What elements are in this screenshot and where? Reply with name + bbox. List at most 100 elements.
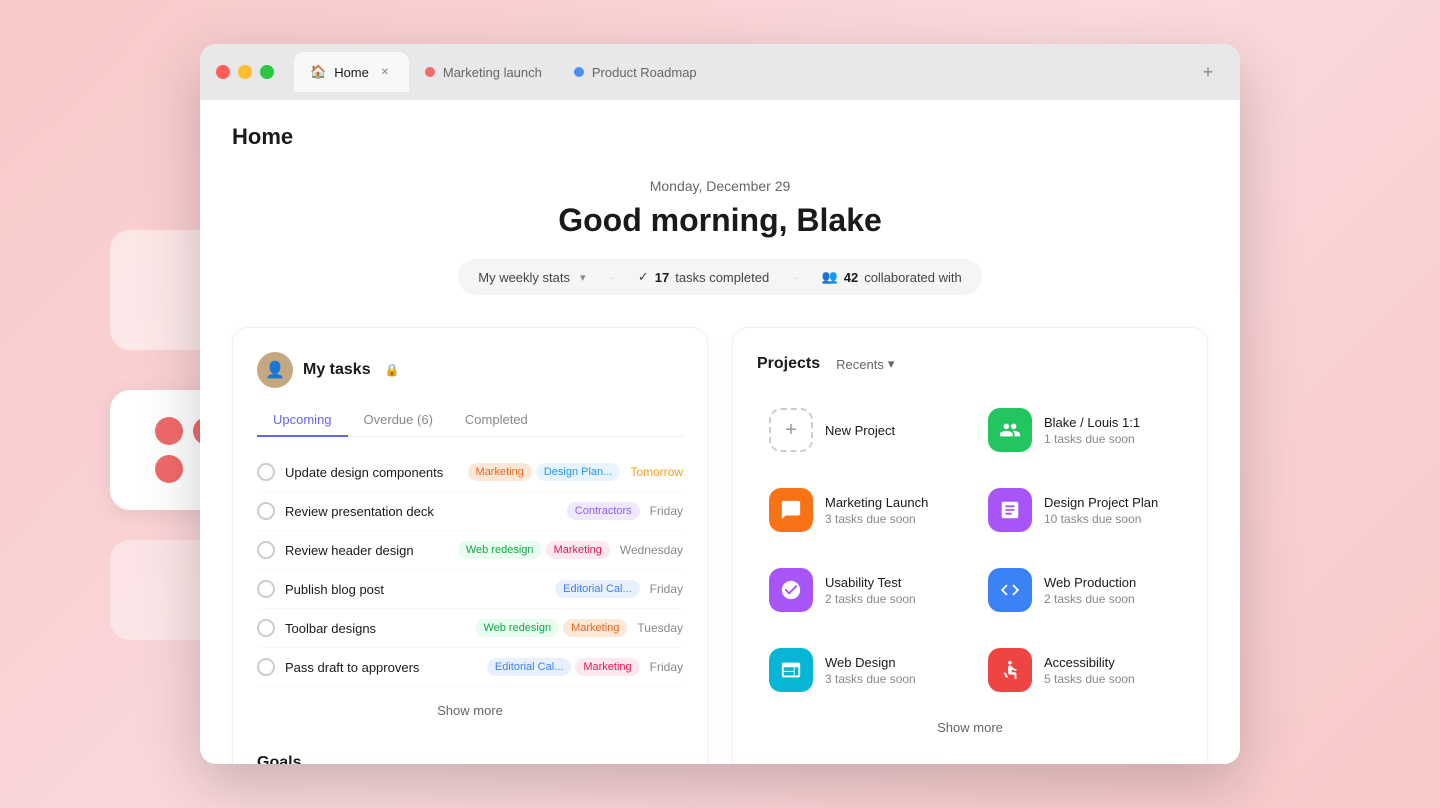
recents-chevron-icon: ▾ <box>888 356 895 372</box>
check-icon: ✓ <box>638 269 649 285</box>
project-icon-webprod <box>988 568 1032 612</box>
project-item-webprod[interactable]: Web Production 2 tasks due soon <box>976 556 1183 624</box>
project-info-accessibility: Accessibility 5 tasks due soon <box>1044 655 1171 686</box>
project-tasks-webprod: 2 tasks due soon <box>1044 592 1171 606</box>
stats-divider-1: · <box>610 270 614 285</box>
project-info-webprod: Web Production 2 tasks due soon <box>1044 575 1171 606</box>
project-name-webdesign: Web Design <box>825 655 952 670</box>
tag-marketing-5[interactable]: Marketing <box>563 619 627 637</box>
home-icon: 🏠 <box>310 64 326 80</box>
task-check-6[interactable] <box>257 658 275 676</box>
task-name-6: Pass draft to approvers <box>285 660 477 675</box>
task-due-4: Friday <box>650 582 683 596</box>
project-item-usability[interactable]: Usability Test 2 tasks due soon <box>757 556 964 624</box>
two-col-layout: 👤 My tasks 🔒 Upcoming Overdue (6) Comple… <box>232 327 1208 764</box>
tab-home[interactable]: 🏠 Home ✕ <box>294 52 409 92</box>
project-icon-webdesign <box>769 648 813 692</box>
tab-home-close[interactable]: ✕ <box>377 64 393 80</box>
task-tags-1: Marketing Design Plan... <box>468 463 621 481</box>
recents-dropdown[interactable]: Recents ▾ <box>828 352 902 376</box>
tag-editorial-6[interactable]: Editorial Cal... <box>487 658 571 676</box>
task-due-2: Friday <box>650 504 683 518</box>
task-check-4[interactable] <box>257 580 275 598</box>
task-name-4: Publish blog post <box>285 582 545 597</box>
task-tags-2: Contractors <box>567 502 640 520</box>
project-info-blake: Blake / Louis 1:1 1 tasks due soon <box>1044 415 1171 446</box>
task-row: Review header design Web redesign Market… <box>257 531 683 570</box>
project-name-accessibility: Accessibility <box>1044 655 1171 670</box>
tab-roadmap-label: Product Roadmap <box>592 65 697 80</box>
tab-completed[interactable]: Completed <box>449 404 544 437</box>
new-project-info: New Project <box>825 423 952 438</box>
tab-marketing-label: Marketing launch <box>443 65 542 80</box>
project-icon-marketing <box>769 488 813 532</box>
my-tasks-header: 👤 My tasks 🔒 <box>257 352 683 388</box>
project-item-marketing[interactable]: Marketing Launch 3 tasks due soon <box>757 476 964 544</box>
tab-bar: 🏠 Home ✕ Marketing launch Product Roadma… <box>200 44 1240 100</box>
project-icon-blake <box>988 408 1032 452</box>
tab-marketing[interactable]: Marketing launch <box>409 52 558 92</box>
add-tab-button[interactable]: + <box>1192 56 1224 88</box>
project-icon-accessibility <box>988 648 1032 692</box>
task-check-3[interactable] <box>257 541 275 559</box>
tag-marketing2-3[interactable]: Marketing <box>546 541 610 559</box>
task-check-5[interactable] <box>257 619 275 637</box>
recents-label: Recents <box>836 357 884 372</box>
project-item-accessibility[interactable]: Accessibility 5 tasks due soon <box>976 636 1183 704</box>
minimize-button[interactable] <box>238 65 252 79</box>
tab-roadmap-dot <box>574 67 584 77</box>
hero-section: Monday, December 29 Good morning, Blake … <box>232 178 1208 295</box>
hero-date: Monday, December 29 <box>232 178 1208 194</box>
project-tasks-webdesign: 3 tasks due soon <box>825 672 952 686</box>
collaborated-count: 42 <box>844 270 858 285</box>
close-button[interactable] <box>216 65 230 79</box>
show-more-projects[interactable]: Show more <box>757 708 1183 747</box>
task-check-1[interactable] <box>257 463 275 481</box>
task-tags-5: Web redesign Marketing <box>475 619 627 637</box>
task-row: Toolbar designs Web redesign Marketing T… <box>257 609 683 648</box>
task-row: Update design components Marketing Desig… <box>257 453 683 492</box>
projects-grid: + New Project <box>757 396 1183 704</box>
new-project-icon: + <box>769 408 813 452</box>
project-icon-design <box>988 488 1032 532</box>
tag-marketing2-6[interactable]: Marketing <box>575 658 639 676</box>
project-item-new[interactable]: + New Project <box>757 396 964 464</box>
tag-web-3[interactable]: Web redesign <box>458 541 542 559</box>
project-item-webdesign[interactable]: Web Design 3 tasks due soon <box>757 636 964 704</box>
project-info-design: Design Project Plan 10 tasks due soon <box>1044 495 1171 526</box>
task-tags-4: Editorial Cal... <box>555 580 639 598</box>
project-item-design[interactable]: Design Project Plan 10 tasks due soon <box>976 476 1183 544</box>
dot-1 <box>155 417 183 445</box>
task-due-6: Friday <box>650 660 683 674</box>
task-check-2[interactable] <box>257 502 275 520</box>
tag-marketing-1[interactable]: Marketing <box>468 463 532 481</box>
tag-web-5[interactable]: Web redesign <box>475 619 559 637</box>
tab-overdue[interactable]: Overdue (6) <box>348 404 449 437</box>
tab-marketing-dot <box>425 67 435 77</box>
project-name-webprod: Web Production <box>1044 575 1171 590</box>
project-tasks-blake: 1 tasks due soon <box>1044 432 1171 446</box>
project-tasks-usability: 2 tasks due soon <box>825 592 952 606</box>
project-info-usability: Usability Test 2 tasks due soon <box>825 575 952 606</box>
tab-roadmap[interactable]: Product Roadmap <box>558 52 713 92</box>
window-controls <box>216 65 274 79</box>
stats-dropdown[interactable]: My weekly stats ▾ <box>478 270 585 285</box>
tab-upcoming[interactable]: Upcoming <box>257 404 348 437</box>
goals-title: Goals <box>257 754 683 764</box>
project-item-blake[interactable]: Blake / Louis 1:1 1 tasks due soon <box>976 396 1183 464</box>
task-name-5: Toolbar designs <box>285 621 465 636</box>
tasks-completed-count: 17 <box>655 270 669 285</box>
project-info-marketing: Marketing Launch 3 tasks due soon <box>825 495 952 526</box>
task-name-3: Review header design <box>285 543 448 558</box>
main-content: Home Monday, December 29 Good morning, B… <box>200 100 1240 764</box>
maximize-button[interactable] <box>260 65 274 79</box>
project-tasks-marketing: 3 tasks due soon <box>825 512 952 526</box>
right-column: Projects Recents ▾ + New Proje <box>732 327 1208 764</box>
show-more-tasks[interactable]: Show more <box>257 691 683 730</box>
collaborated-label: collaborated with <box>864 270 962 285</box>
task-tags-6: Editorial Cal... Marketing <box>487 658 640 676</box>
project-tasks-design: 10 tasks due soon <box>1044 512 1171 526</box>
tag-editorial-4[interactable]: Editorial Cal... <box>555 580 639 598</box>
tag-design-1[interactable]: Design Plan... <box>536 463 620 481</box>
tag-contractors-2[interactable]: Contractors <box>567 502 640 520</box>
